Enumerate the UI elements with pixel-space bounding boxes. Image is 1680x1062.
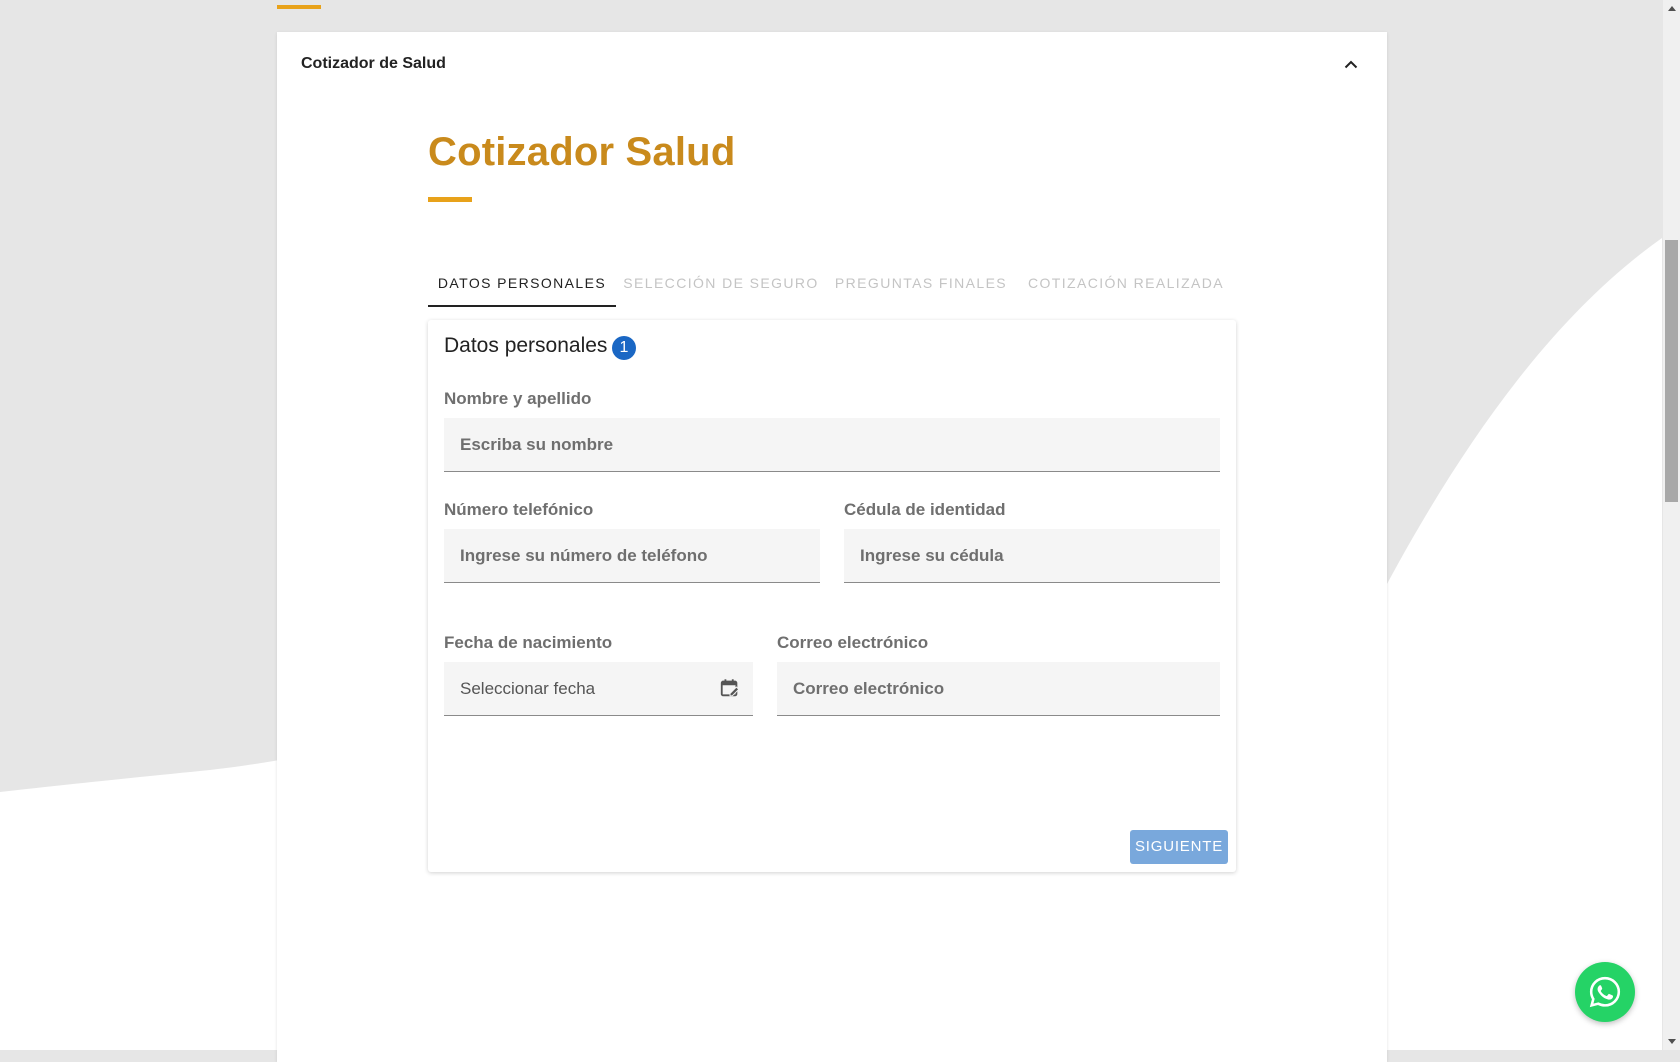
birthdate-label: Fecha de nacimiento	[444, 633, 613, 652]
page-title: Cotizador Salud	[428, 130, 736, 174]
whatsapp-icon	[1589, 976, 1621, 1008]
tab-seleccion-de-seguro[interactable]: SELECCIÓN DE SEGURO	[616, 252, 826, 305]
name-label: Nombre y apellido	[444, 389, 592, 408]
title-underline	[428, 197, 472, 202]
whatsapp-chat-button[interactable]	[1575, 962, 1635, 1022]
email-label: Correo electrónico	[777, 633, 929, 652]
quote-panel: Cotizador de Salud Cotizador Salud DATOS…	[277, 32, 1387, 1062]
chevron-up-icon	[1344, 60, 1358, 68]
page-scrollbar[interactable]	[1663, 0, 1680, 1050]
step-badge: 1	[612, 336, 636, 360]
calendar-edit-icon[interactable]	[719, 677, 741, 699]
section-title: Datos personales	[444, 334, 608, 357]
tab-preguntas-finales[interactable]: PREGUNTAS FINALES	[826, 252, 1016, 305]
id-card-input[interactable]	[844, 529, 1220, 583]
collapse-button[interactable]	[1339, 52, 1363, 76]
scroll-down-button[interactable]	[1663, 1033, 1680, 1050]
tab-datos-personales[interactable]: DATOS PERSONALES	[428, 252, 616, 307]
personal-data-card: Datos personales 1 Nombre y apellido Núm…	[428, 320, 1236, 872]
panel-title: Cotizador de Salud	[301, 55, 446, 72]
next-button[interactable]: SIGUIENTE	[1130, 830, 1228, 864]
birthdate-value: Seleccionar fecha	[460, 679, 596, 698]
triangle-down-icon	[1667, 1039, 1676, 1044]
id-card-label: Cédula de identidad	[844, 500, 1006, 519]
triangle-up-icon	[1667, 6, 1676, 11]
top-accent-bar	[277, 5, 321, 9]
email-input[interactable]	[777, 662, 1220, 716]
birthdate-picker[interactable]: Seleccionar fecha	[444, 662, 753, 716]
phone-input[interactable]	[444, 529, 820, 583]
name-input[interactable]	[444, 418, 1220, 472]
scrollbar-thumb[interactable]	[1665, 240, 1678, 502]
phone-label: Número telefónico	[444, 500, 594, 519]
panel-header[interactable]: Cotizador de Salud	[277, 32, 1387, 96]
tab-cotizacion-realizada[interactable]: COTIZACIÓN REALIZADA	[1016, 252, 1236, 305]
scroll-up-button[interactable]	[1663, 0, 1680, 17]
stepper-tabs: DATOS PERSONALES SELECCIÓN DE SEGURO PRE…	[428, 252, 1236, 307]
